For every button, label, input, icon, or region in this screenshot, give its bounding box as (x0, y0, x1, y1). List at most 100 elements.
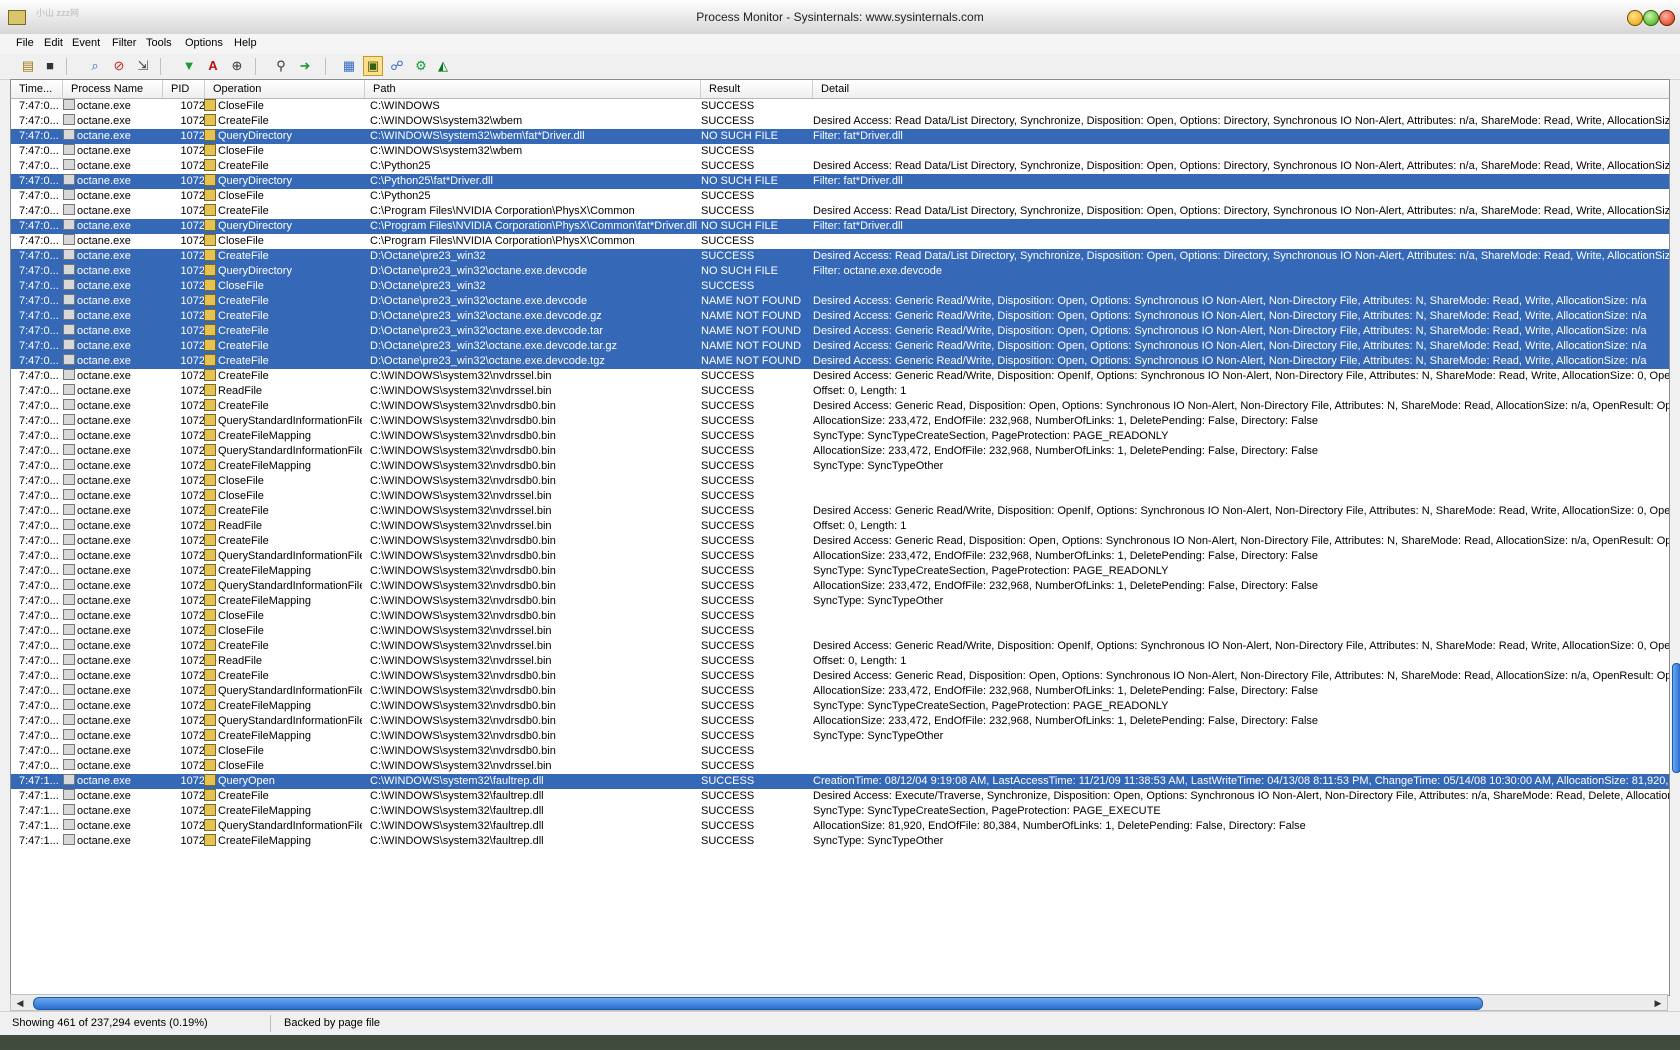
table-row[interactable]: 7:47:0... octane.exe 1072 QueryStandardInfo… (11, 444, 1669, 459)
table-row[interactable]: 7:47:0... octane.exe 1072 CreateFileMapping… (11, 699, 1669, 714)
table-row[interactable]: 7:47:0... octane.exe 1072 CreateFile C:\Prog… (11, 204, 1669, 219)
table-row[interactable]: 7:47:0... octane.exe 1072 CreateFile C:\WIND… (11, 639, 1669, 654)
table-row[interactable]: 7:47:0... octane.exe 1072 CloseFile C:\WINDO… (11, 489, 1669, 504)
table-row[interactable]: 7:47:1... octane.exe 1072 CreateFileMapping… (11, 834, 1669, 849)
table-row[interactable]: 7:47:0... octane.exe 1072 QueryDirectory C:\… (11, 219, 1669, 234)
save-icon[interactable]: ■ (41, 57, 59, 75)
table-row[interactable]: 7:47:0... octane.exe 1072 CreateFile C:\WIND… (11, 369, 1669, 384)
autoscroll-icon[interactable]: ⇲ (134, 57, 152, 75)
table-row[interactable]: 7:47:0... octane.exe 1072 CloseFile C:\WINDO… (11, 744, 1669, 759)
table-row[interactable]: 7:47:0... octane.exe 1072 CloseFile C:\Pytho… (11, 189, 1669, 204)
registry-activity-icon[interactable]: ▦ (340, 57, 358, 75)
table-row[interactable]: 7:47:0... octane.exe 1072 CreateFile D:\Octa… (11, 339, 1669, 354)
menu-options[interactable]: Options (185, 37, 223, 49)
table-row[interactable]: 7:47:0... octane.exe 1072 CreateFileMapping… (11, 564, 1669, 579)
table-row[interactable]: 7:47:0... octane.exe 1072 QueryStandardInfo… (11, 549, 1669, 564)
table-row[interactable]: 7:47:1... octane.exe 1072 QueryOpen C:\WINDO… (11, 774, 1669, 789)
menu-event[interactable]: Event (72, 37, 100, 49)
table-row[interactable]: 7:47:0... octane.exe 1072 CloseFile C:\WINDO… (11, 99, 1669, 114)
minimize-button[interactable] (1627, 10, 1643, 26)
menu-help[interactable]: Help (234, 37, 257, 49)
table-row[interactable]: 7:47:0... octane.exe 1072 CloseFile D:\Octan… (11, 279, 1669, 294)
table-row[interactable]: 7:47:0... octane.exe 1072 QueryStandardInfo… (11, 579, 1669, 594)
vertical-scroll-thumb[interactable] (1672, 663, 1680, 773)
menu-file[interactable]: File (16, 37, 34, 49)
table-row[interactable]: 7:47:0... octane.exe 1072 QueryDirectory D:\… (11, 264, 1669, 279)
cell-detail: Offset: 0, Length: 1 (813, 519, 1669, 534)
cell-operation: CloseFile (204, 144, 362, 159)
scroll-left-icon[interactable]: ◀ (13, 996, 27, 1010)
process-activity-icon[interactable]: ⚙ (412, 57, 430, 75)
column-header-time[interactable]: Time... (11, 80, 63, 98)
cell-pid-text: 1072 (180, 385, 205, 397)
menu-filter[interactable]: Filter (112, 37, 136, 49)
scroll-right-icon[interactable]: ▶ (1651, 996, 1665, 1010)
table-row[interactable]: 7:47:0... octane.exe 1072 CreateFile D:\Octa… (11, 294, 1669, 309)
column-header-detail[interactable]: Detail (813, 80, 1669, 98)
table-row[interactable]: 7:47:0... octane.exe 1072 CloseFile C:\WINDO… (11, 474, 1669, 489)
column-header-path[interactable]: Path (365, 80, 701, 98)
table-row[interactable]: 7:47:0... octane.exe 1072 QueryDirectory C:\… (11, 174, 1669, 189)
title-bar[interactable]: 小山 zzz网 Process Monitor - Sysinternals: … (0, 0, 1680, 35)
table-row[interactable]: 7:47:0... octane.exe 1072 CreateFile D:\Octa… (11, 324, 1669, 339)
table-row[interactable]: 7:47:0... octane.exe 1072 CreateFile C:\WIND… (11, 504, 1669, 519)
menu-edit[interactable]: Edit (44, 37, 63, 49)
table-row[interactable]: 7:47:0... octane.exe 1072 ReadFile C:\WINDOW… (11, 384, 1669, 399)
network-activity-icon[interactable]: ☍ (388, 57, 406, 75)
profiling-icon[interactable]: ◭ (434, 57, 452, 75)
column-header-process-name[interactable]: Process Name (63, 80, 163, 98)
table-row[interactable]: 7:47:0... octane.exe 1072 CreateFile D:\Octa… (11, 249, 1669, 264)
table-row[interactable]: 7:47:0... octane.exe 1072 CreateFile C:\WIND… (11, 669, 1669, 684)
table-row[interactable]: 7:47:0... octane.exe 1072 CreateFileMapping… (11, 429, 1669, 444)
table-row[interactable]: 7:47:0... octane.exe 1072 CreateFile C:\Pyth… (11, 159, 1669, 174)
table-row[interactable]: 7:47:1... octane.exe 1072 CreateFileMapping… (11, 804, 1669, 819)
maximize-button[interactable] (1643, 10, 1659, 26)
jump-icon[interactable]: ➜ (296, 57, 314, 75)
table-row[interactable]: 7:47:0... octane.exe 1072 QueryDirectory C:\… (11, 129, 1669, 144)
column-header-pid[interactable]: PID (163, 80, 205, 98)
column-header-operation[interactable]: Operation (205, 80, 365, 98)
cell-detail: SyncType: SyncTypeCreateSection, PagePro… (813, 804, 1669, 819)
table-row[interactable]: 7:47:0... octane.exe 1072 CreateFileMapping… (11, 459, 1669, 474)
event-table[interactable]: Time... Process Name PID Operation Path … (10, 79, 1670, 996)
table-row[interactable]: 7:47:0... octane.exe 1072 QueryStandardInfo… (11, 684, 1669, 699)
open-icon[interactable]: ▤ (19, 57, 37, 75)
cell-process-name: octane.exe (63, 519, 163, 534)
table-row[interactable]: 7:47:0... octane.exe 1072 CreateFile C:\WIND… (11, 114, 1669, 129)
horizontal-scrollbar[interactable]: ◀ ▶ (10, 994, 1668, 1011)
table-row[interactable]: 7:47:0... octane.exe 1072 QueryStandardInfo… (11, 714, 1669, 729)
menu-tools[interactable]: Tools (146, 37, 172, 49)
cell-time-text: 7:47:0... (19, 655, 59, 667)
close-button[interactable] (1659, 10, 1675, 26)
table-row[interactable]: 7:47:0... octane.exe 1072 CreateFile D:\Octa… (11, 354, 1669, 369)
cell-pid: 1072 (163, 294, 205, 309)
table-row[interactable]: 7:47:0... octane.exe 1072 ReadFile C:\WINDOW… (11, 654, 1669, 669)
horizontal-scroll-thumb[interactable] (33, 997, 1483, 1010)
table-row[interactable]: 7:47:0... octane.exe 1072 CreateFile C:\WIND… (11, 399, 1669, 414)
table-row[interactable]: 7:47:0... octane.exe 1072 CreateFile D:\Octa… (11, 309, 1669, 324)
file-activity-icon[interactable]: ▣ (363, 56, 383, 76)
highlight-icon[interactable]: A (204, 57, 222, 75)
table-row[interactable]: 7:47:1... octane.exe 1072 CreateFile C:\WIND… (11, 789, 1669, 804)
magnifier-icon[interactable]: ⌕ (86, 57, 104, 75)
table-row[interactable]: 7:47:0... octane.exe 1072 CreateFileMapping… (11, 594, 1669, 609)
column-header-result[interactable]: Result (701, 80, 813, 98)
cell-result-text: NO SUCH FILE (701, 220, 779, 232)
table-row[interactable]: 7:47:0... octane.exe 1072 CloseFile C:\WINDO… (11, 624, 1669, 639)
find-icon[interactable]: ⚲ (272, 57, 290, 75)
table-row[interactable]: 7:47:0... octane.exe 1072 CloseFile C:\Progr… (11, 234, 1669, 249)
capture-stop-icon[interactable]: ⊘ (110, 57, 128, 75)
table-row[interactable]: 7:47:0... octane.exe 1072 CloseFile C:\WINDO… (11, 609, 1669, 624)
cell-result: SUCCESS (701, 489, 813, 504)
table-row[interactable]: 7:47:0... octane.exe 1072 CreateFileMapping… (11, 729, 1669, 744)
table-row[interactable]: 7:47:0... octane.exe 1072 CreateFile C:\WIND… (11, 534, 1669, 549)
table-row[interactable]: 7:47:0... octane.exe 1072 CloseFile C:\WINDO… (11, 759, 1669, 774)
table-row[interactable]: 7:47:0... octane.exe 1072 CloseFile C:\WINDO… (11, 144, 1669, 159)
table-row[interactable]: 7:47:1... octane.exe 1072 QueryStandardInfo… (11, 819, 1669, 834)
table-row[interactable]: 7:47:0... octane.exe 1072 ReadFile C:\WINDOW… (11, 519, 1669, 534)
table-row[interactable]: 7:47:0... octane.exe 1072 QueryStandardInfo… (11, 414, 1669, 429)
filter-icon[interactable]: ▼ (180, 57, 198, 75)
cell-process-name-text: octane.exe (77, 175, 131, 187)
file-system-icon (204, 549, 216, 561)
target-icon[interactable]: ⊕ (228, 57, 246, 75)
